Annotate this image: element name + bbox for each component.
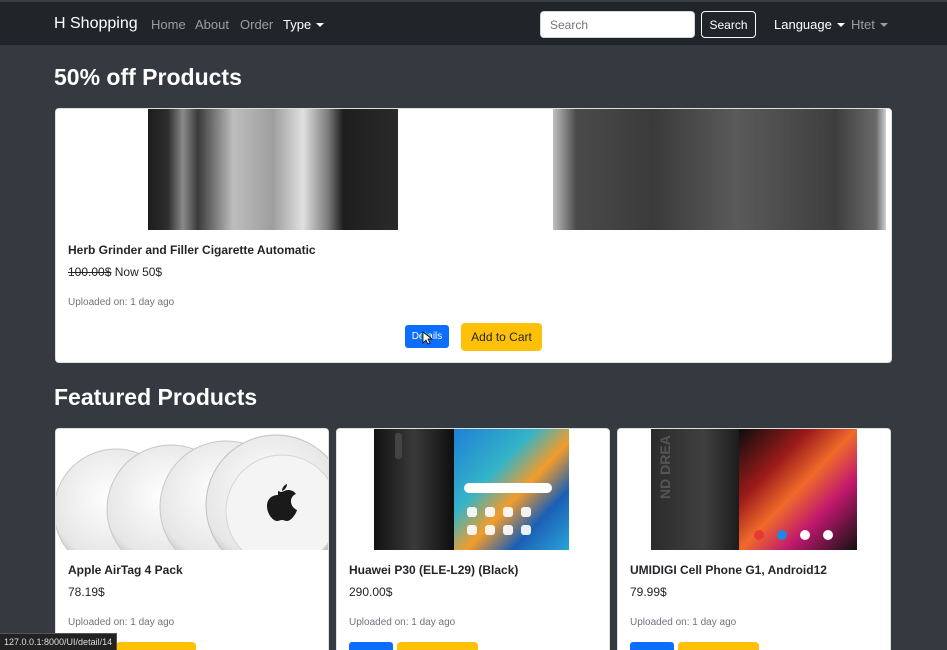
product-image[interactable]: ND DREA <box>618 429 891 550</box>
details-button[interactable] <box>349 642 393 650</box>
product-card-huawei: Huawei P30 (ELE-L29) (Black) 290.00$ Upl… <box>336 428 610 650</box>
search-input[interactable] <box>540 11 695 38</box>
chevron-down-icon <box>836 23 845 27</box>
nav-home-link[interactable]: Home <box>151 17 186 32</box>
upload-time: Uploaded on: 1 day ago <box>630 617 737 628</box>
brand-link[interactable]: H Shopping <box>54 15 138 33</box>
product-name: Huawei P30 (ELE-L29) (Black) <box>349 563 519 577</box>
nav-about-link[interactable]: About <box>195 17 229 32</box>
upload-time: Uploaded on: 1 day ago <box>349 617 456 628</box>
product-card-airtag: Apple AirTag 4 Pack 78.19$ Uploaded on: … <box>55 428 329 650</box>
details-button[interactable] <box>630 642 674 650</box>
sale-section-title: 50% off Products <box>54 64 242 90</box>
language-dropdown[interactable]: Language <box>774 17 845 32</box>
add-to-cart-button[interactable] <box>397 642 478 650</box>
type-dropdown[interactable]: Type <box>283 17 325 32</box>
language-dropdown-label: Language <box>774 17 832 32</box>
product-price: 290.00$ <box>349 585 393 599</box>
add-to-cart-button[interactable]: Add to Cart <box>461 323 542 351</box>
type-dropdown-label: Type <box>283 17 312 32</box>
product-image[interactable] <box>337 429 610 550</box>
product-image[interactable] <box>56 109 892 230</box>
old-price: 100.00$ <box>68 265 112 279</box>
featured-section-title: Featured Products <box>54 384 258 410</box>
upload-time: Uploaded on: 1 day ago <box>68 617 175 628</box>
user-dropdown[interactable]: Htet <box>851 17 888 32</box>
product-card-umidigi: ND DREA UMIDIGI Cell Phone G1, Android12… <box>617 428 891 650</box>
chevron-down-icon <box>316 23 325 27</box>
upload-time: Uploaded on: 1 day ago <box>68 297 175 308</box>
product-image[interactable] <box>56 429 329 550</box>
browser-status-url: 127.0.0.1:8000/UI/detail/14 <box>0 633 118 650</box>
add-to-cart-button[interactable] <box>678 642 759 650</box>
user-dropdown-label: Htet <box>851 17 875 32</box>
product-price: 78.19$ <box>68 585 105 599</box>
product-name: UMIDIGI Cell Phone G1, Android12 <box>630 563 827 577</box>
search-button[interactable]: Search <box>701 11 756 38</box>
cursor-icon <box>421 331 433 345</box>
product-price: 100.00$ Now 50$ <box>68 265 162 279</box>
chevron-down-icon <box>879 23 888 27</box>
product-name: Herb Grinder and Filler Cigarette Automa… <box>68 243 316 257</box>
nav-order-link[interactable]: Order <box>240 17 273 32</box>
navbar: H Shopping Home About Order Type Search … <box>0 0 947 45</box>
product-name: Apple AirTag 4 Pack <box>68 563 183 577</box>
add-to-cart-button[interactable] <box>116 642 196 650</box>
product-price: 79.99$ <box>630 585 667 599</box>
new-price: Now 50$ <box>114 265 163 279</box>
svg-text:ND DREA: ND DREA <box>657 435 673 499</box>
sale-product-card: Herb Grinder and Filler Cigarette Automa… <box>55 108 892 363</box>
